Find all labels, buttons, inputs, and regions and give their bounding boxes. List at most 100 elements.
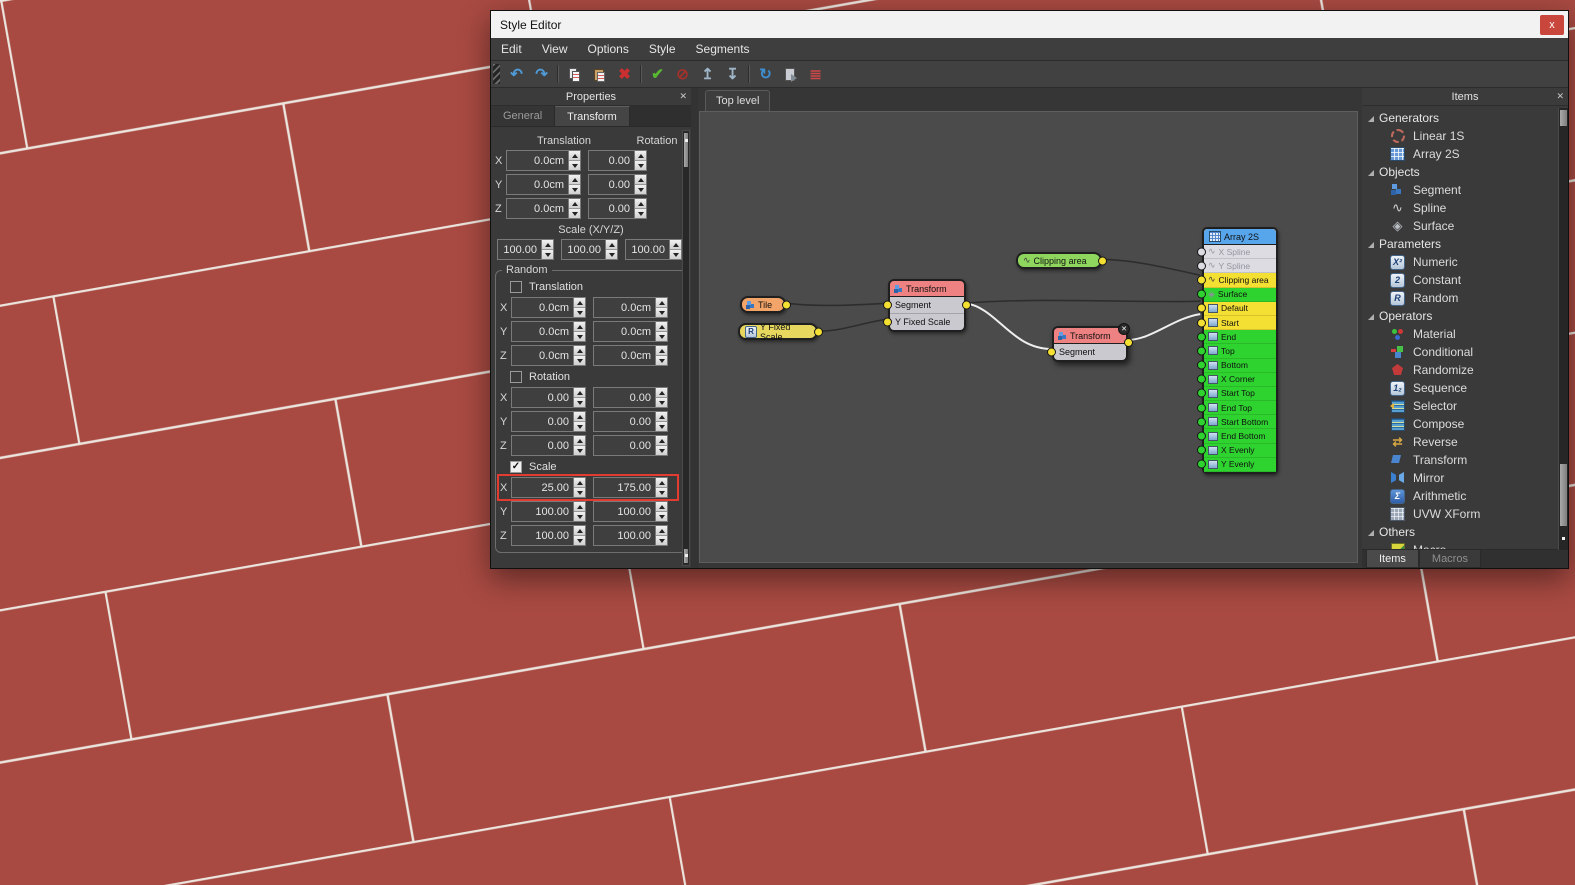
apply-check-icon[interactable]: ✔ [645,63,670,85]
tab-general[interactable]: General [491,106,556,126]
item-arithmetic[interactable]: Σ Arithmetic [1362,487,1568,505]
random-scale-x-max-input[interactable]: 175.00 [593,477,655,498]
random-scale-z-min-input[interactable]: 100.00 [511,525,573,546]
menu-segments[interactable]: Segments [686,38,760,60]
random-translation-z-max-input[interactable]: 0.0cm [593,345,655,366]
input-port[interactable] [1197,303,1206,313]
scrollbar-thumb[interactable] [1560,110,1567,126]
scale-z-input[interactable]: 100.00 [625,239,669,260]
input-port[interactable] [1197,275,1206,285]
item-numeric[interactable]: X² Numeric [1362,253,1568,271]
random-translation-y-min-input[interactable]: 0.0cm [511,321,573,342]
item-material[interactable]: Material [1362,325,1568,343]
input-port[interactable] [1197,431,1206,441]
input-port[interactable] [1197,332,1206,342]
array-port-start-bottom[interactable]: Start Bottom [1197,415,1276,430]
random-scale-checkbox[interactable] [510,460,522,473]
random-rotation-x-max-input[interactable]: 0.00 [593,387,655,408]
node-array-2s[interactable]: Array 2S ∿ X Spline ∿ Y Spline ∿ Clipping a… [1197,227,1278,474]
export-style-icon[interactable] [778,63,803,85]
properties-scrollbar[interactable] [682,130,690,566]
random-rotation-z-min-input[interactable]: 0.00 [511,435,573,456]
transform-b-header[interactable]: Transform [1054,328,1126,344]
close-icon[interactable]: ✕ [679,91,687,102]
spinner[interactable] [655,297,668,318]
item-spline[interactable]: ∿ Spline [1362,199,1568,217]
tab-top-level[interactable]: Top level [705,90,771,111]
clipping-area-output-port[interactable] [1098,256,1107,265]
array-port-start[interactable]: Start [1197,315,1276,331]
node-y-fixed-scale[interactable]: R Y Fixed Scale [738,322,823,342]
scale-y-spinner[interactable] [605,239,618,260]
node-clipping-area[interactable]: ∿ Clipping area [1016,252,1107,269]
input-port[interactable] [1197,261,1206,271]
translation-z-spinner[interactable] [568,198,581,219]
rotation-z-input[interactable]: 0.00 [588,198,634,219]
transform-b-input-segment[interactable]: Segment [1047,338,1133,360]
expander-icon[interactable] [1368,116,1374,122]
section-parameters[interactable]: Parameters [1362,235,1568,253]
array-port-x-corner[interactable]: X Corner [1197,372,1276,387]
array-port-top[interactable]: Top [1197,344,1276,359]
transform-a-input-y-fixed-scale[interactable]: Y Fixed Scale [883,314,964,330]
items-scrollbar[interactable] [1558,108,1568,550]
spinner[interactable] [655,525,668,546]
array-port-end[interactable]: End [1197,330,1276,345]
scale-x-input[interactable]: 100.00 [497,239,541,260]
segment-input-port[interactable] [883,300,892,310]
send-to-top-icon[interactable]: ↥ [695,63,720,85]
toolbar-drag-handle[interactable] [493,64,500,84]
transform-a-header[interactable]: Transform [890,281,964,297]
spinner[interactable] [655,477,668,498]
tab-items[interactable]: Items [1366,550,1419,568]
title-bar[interactable]: Style Editor x [491,11,1568,38]
node-transform-a[interactable]: Transform Segment Y Fixed Scale [883,279,971,332]
node-canvas[interactable]: Tile R Y Fixed Scale Transform Segment Y… [699,111,1358,563]
array-port-x-evenly[interactable]: X Evenly [1197,443,1276,458]
menu-view[interactable]: View [532,38,578,60]
transform-a-output-port[interactable] [962,300,971,310]
array-port-y-evenly[interactable]: Y Evenly [1197,457,1276,472]
scrollbar-thumb[interactable] [1560,464,1567,526]
spinner[interactable] [655,411,668,432]
input-port[interactable] [1197,445,1206,455]
transform-b-output-port[interactable] [1124,338,1133,347]
section-operators[interactable]: Operators [1362,307,1568,325]
array-port-x-spline[interactable]: ∿ X Spline [1197,245,1276,260]
spinner[interactable] [655,321,668,342]
spinner[interactable] [655,435,668,456]
tile-output-port[interactable] [782,300,791,309]
translation-x-spinner[interactable] [568,150,581,171]
undo-icon[interactable]: ↶ [504,63,529,85]
input-port[interactable] [1197,374,1206,384]
random-translation-checkbox[interactable] [510,280,522,293]
scale-z-spinner[interactable] [669,239,682,260]
rotation-y-input[interactable]: 0.00 [588,174,634,195]
translation-y-input[interactable]: 0.0cm [506,174,568,195]
expander-icon[interactable] [1368,530,1374,536]
scale-x-spinner[interactable] [541,239,554,260]
input-port[interactable] [1197,318,1206,328]
expander-icon[interactable] [1368,314,1374,320]
rotation-x-spinner[interactable] [634,150,647,171]
array-port-end-top[interactable]: End Top [1197,401,1276,416]
spinner[interactable] [655,387,668,408]
translation-y-spinner[interactable] [568,174,581,195]
item-uvw-xform[interactable]: UVW XForm [1362,505,1568,523]
item-transform[interactable]: Transform [1362,451,1568,469]
node-tile[interactable]: Tile [740,296,791,313]
random-scale-y-min-input[interactable]: 100.00 [511,501,573,522]
segment-input-port[interactable] [1047,347,1056,357]
delete-icon[interactable]: ✖ [612,63,637,85]
style-list-icon[interactable]: ≣ [803,63,828,85]
random-rotation-checkbox[interactable] [510,370,522,383]
random-rotation-z-max-input[interactable]: 0.00 [593,435,655,456]
array-port-surface[interactable]: ◈ Surface [1197,287,1276,302]
random-translation-z-min-input[interactable]: 0.0cm [511,345,573,366]
item-sequence[interactable]: 1₂ Sequence [1362,379,1568,397]
section-objects[interactable]: Objects [1362,163,1568,181]
array-port-y-spline[interactable]: ∿ Y Spline [1197,259,1276,274]
item-array-2s[interactable]: Array 2S [1362,145,1568,163]
expander-icon[interactable] [1368,170,1374,176]
random-scale-x-min-input[interactable]: 25.00 [511,477,573,498]
